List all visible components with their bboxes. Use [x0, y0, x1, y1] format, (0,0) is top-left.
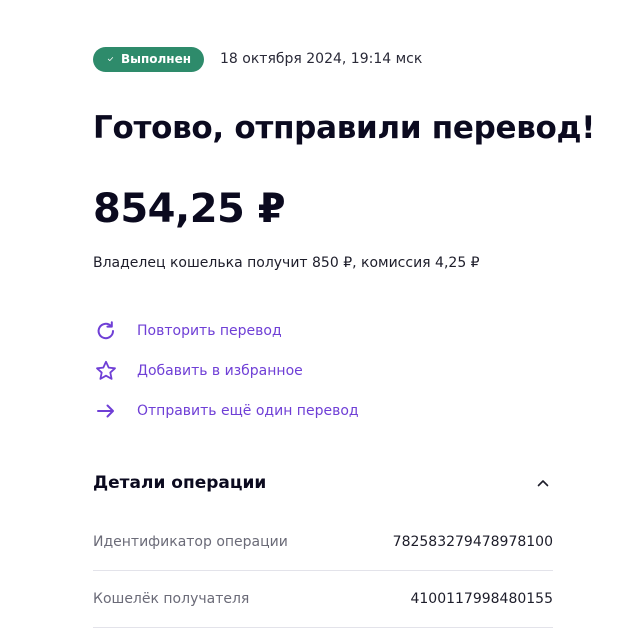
status-badge-label: Выполнен	[120, 52, 191, 66]
status-badge: Выполнен	[93, 46, 204, 72]
details-row-recipient-wallet: Кошелёк получателя 4100117998480155	[93, 571, 553, 628]
repeat-transfer-link[interactable]: Повторить перевод	[93, 311, 553, 351]
status-row: Выполнен 18 октября 2024, 19:14 мск	[93, 46, 422, 72]
details-row-label: Кошелёк получателя	[93, 591, 250, 607]
star-icon	[93, 358, 119, 384]
operation-details-list: Идентификатор операции 78258327947897810…	[93, 514, 553, 628]
transfer-summary: Владелец кошелька получит 850 ₽, комисси…	[93, 255, 480, 271]
chevron-up-icon	[537, 480, 549, 487]
details-row-operation-id: Идентификатор операции 78258327947897810…	[93, 514, 553, 571]
details-row-value: 4100117998480155	[410, 591, 553, 607]
send-another-transfer-link[interactable]: Отправить ещё один перевод	[93, 391, 553, 431]
add-to-favorites-label: Добавить в избранное	[137, 363, 303, 379]
page-title: Готово, отправили перевод!	[93, 110, 596, 146]
details-row-value: 782583279478978100	[392, 534, 553, 550]
check-icon	[107, 57, 114, 61]
operation-date: 18 октября 2024, 19:14 мск	[220, 51, 423, 67]
refresh-icon	[93, 318, 119, 344]
transfer-amount: 854,25 ₽	[93, 186, 286, 232]
operation-details-title: Детали операции	[93, 473, 267, 493]
details-row-label: Идентификатор операции	[93, 534, 288, 550]
arrow-right-icon	[93, 398, 119, 424]
add-to-favorites-link[interactable]: Добавить в избранное	[93, 351, 553, 391]
repeat-transfer-label: Повторить перевод	[137, 323, 282, 339]
send-another-transfer-label: Отправить ещё один перевод	[137, 403, 359, 419]
operation-details-toggle[interactable]: Детали операции	[93, 466, 553, 500]
actions-list: Повторить перевод Добавить в избранное О…	[93, 311, 553, 431]
